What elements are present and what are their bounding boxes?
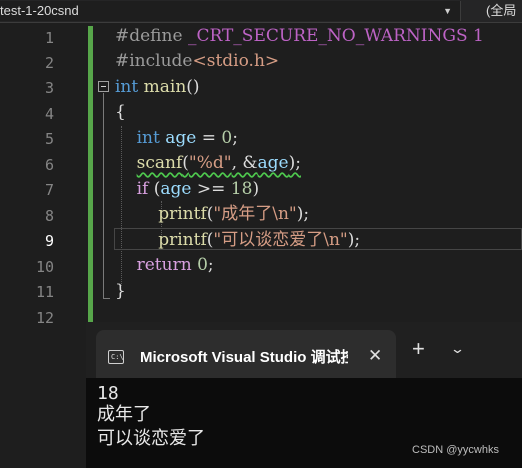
- code-line-4[interactable]: {: [115, 100, 126, 124]
- console-tab[interactable]: C:\ Microsoft Visual Studio 调试控制台 ✕: [96, 330, 396, 378]
- type-keyword: int: [136, 128, 160, 148]
- code-line-9[interactable]: printf("可以谈恋爱了\n");: [115, 228, 360, 252]
- function-name: printf: [158, 230, 207, 250]
- punctuation: (: [182, 153, 189, 173]
- punctuation: );: [347, 230, 361, 250]
- project-scope-label: test-1-20csnd: [0, 3, 79, 18]
- number-literal: 0: [221, 128, 233, 148]
- global-scope-dropdown[interactable]: (全局: [486, 1, 516, 21]
- line-number: 6: [44, 156, 54, 174]
- open-brace: {: [115, 102, 126, 122]
- preprocessor-directive: #include: [115, 51, 193, 71]
- console-output-line: 可以谈恋爱了: [97, 428, 205, 449]
- punctuation: , &: [231, 153, 258, 173]
- console-output-line: 成年了: [97, 404, 151, 425]
- console-tab-bar: C:\ Microsoft Visual Studio 调试控制台 ✕ + ⌄: [86, 322, 522, 378]
- code-line-1[interactable]: #define _CRT_SECURE_NO_WARNINGS 1: [115, 24, 484, 48]
- number-literal: 0: [197, 255, 208, 275]
- close-icon[interactable]: ✕: [368, 346, 382, 366]
- string-literal: "%d": [188, 153, 232, 173]
- string-literal: "成年了\n": [213, 204, 297, 224]
- code-line-3[interactable]: int main(): [115, 75, 200, 99]
- include-header: <stdio.h>: [192, 51, 280, 71]
- change-tracking-bar: [88, 26, 93, 326]
- macro-name: _CRT_SECURE_NO_WARNINGS: [187, 26, 468, 46]
- punctuation: ;: [207, 255, 214, 275]
- line-number: 5: [44, 130, 54, 148]
- code-line-10[interactable]: return 0;: [115, 253, 214, 277]
- warning-squiggle[interactable]: scanf("%d", &age);: [137, 153, 301, 173]
- code-line-8[interactable]: printf("成年了\n");: [115, 202, 309, 226]
- punctuation: ): [252, 179, 260, 199]
- console-icon-glyph: C:\: [111, 353, 124, 361]
- dropdown-arrow-icon: ▼: [443, 6, 452, 16]
- preprocessor-directive: #define: [115, 26, 183, 46]
- console-output-line: 18: [97, 383, 119, 404]
- operator: >=: [196, 179, 226, 199]
- punctuation: (): [186, 77, 200, 97]
- punctuation: ;: [232, 128, 238, 148]
- new-tab-plus-icon[interactable]: +: [412, 338, 425, 360]
- line-number: 3: [44, 79, 54, 97]
- string-literal: "可以谈恋爱了\n": [213, 230, 348, 250]
- project-scope-dropdown[interactable]: test-1-20csnd ▼: [0, 1, 461, 21]
- operator: =: [201, 128, 216, 148]
- fold-outline-end: [103, 298, 110, 299]
- function-name: scanf: [136, 153, 183, 173]
- code-line-7[interactable]: if (age >= 18): [115, 177, 259, 201]
- watermark: CSDN @yycwhks: [412, 444, 499, 456]
- punctuation: );: [288, 153, 301, 173]
- variable-name: age: [257, 153, 289, 173]
- fold-outline: [103, 93, 104, 299]
- line-number: 4: [44, 105, 54, 123]
- line-number-gutter: 1 2 3 4 5 6 7 8 9 10 11 12: [0, 24, 60, 364]
- number-literal: 18: [230, 179, 253, 199]
- variable-name: age: [165, 128, 197, 148]
- close-brace: }: [115, 281, 126, 301]
- punctuation: );: [296, 204, 310, 224]
- chevron-down-icon[interactable]: ⌄: [450, 340, 465, 358]
- line-number: 11: [35, 283, 54, 301]
- function-name: printf: [158, 204, 207, 224]
- control-keyword: return: [136, 255, 192, 275]
- line-number: 10: [35, 258, 54, 276]
- code-line-11[interactable]: }: [115, 279, 126, 303]
- line-number: 12: [35, 309, 54, 327]
- line-number: 8: [44, 207, 54, 225]
- line-number: 1: [44, 29, 54, 47]
- code-line-5[interactable]: int age = 0;: [115, 126, 238, 150]
- console-tab-title: Microsoft Visual Studio 调试控制台: [140, 349, 348, 366]
- navigation-bar: test-1-20csnd ▼ (全局: [0, 0, 522, 23]
- collapse-icon[interactable]: [98, 81, 109, 92]
- console-icon: C:\: [108, 350, 124, 364]
- function-name: main: [143, 77, 187, 97]
- macro-value: 1: [473, 26, 484, 46]
- variable-name: age: [160, 179, 192, 199]
- code-line-6[interactable]: scanf("%d", &age);: [115, 151, 301, 175]
- code-line-2[interactable]: #include<stdio.h>: [115, 49, 279, 73]
- control-keyword: if: [136, 179, 149, 199]
- active-line-number: 9: [44, 232, 54, 250]
- type-keyword: int: [115, 77, 139, 97]
- line-number: 7: [44, 181, 54, 199]
- line-number: 2: [44, 54, 54, 72]
